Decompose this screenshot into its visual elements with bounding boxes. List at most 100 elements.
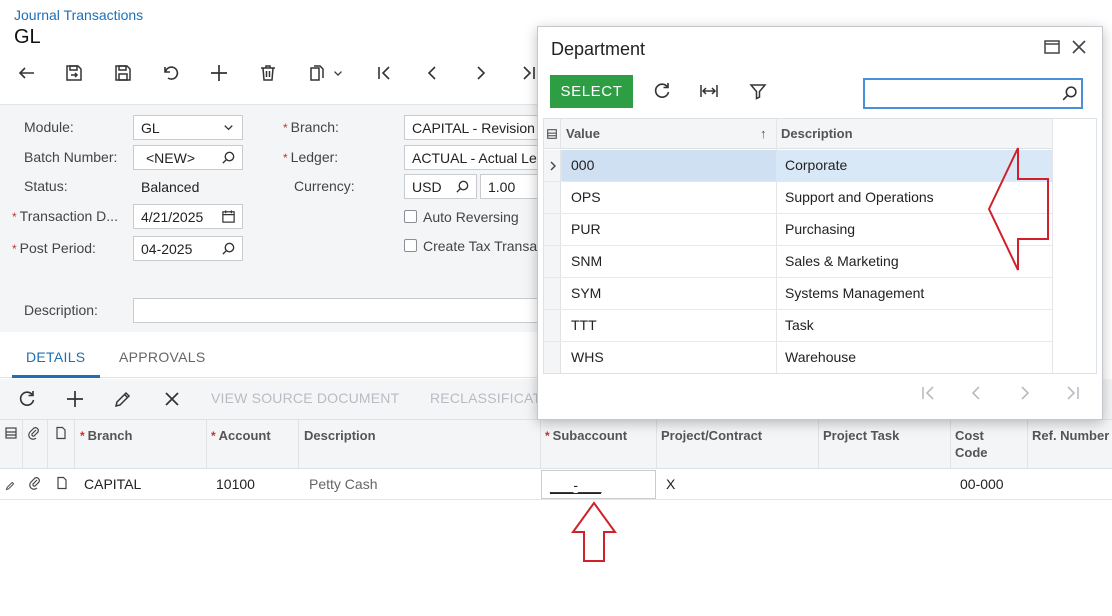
column-header-account[interactable]: * Account [211,427,271,445]
refresh-icon[interactable] [17,389,37,409]
close-icon[interactable] [1070,38,1088,56]
row-cost-code-cell[interactable]: 00-000 [960,476,1004,492]
module-select[interactable]: GL [133,115,243,140]
undo-icon[interactable] [160,62,182,84]
files-column-icon [544,119,561,149]
view-source-document-button[interactable]: VIEW SOURCE DOCUMENT [211,390,399,406]
column-header-value[interactable]: Value [566,126,600,141]
save-and-close-icon[interactable] [63,62,85,84]
column-header-branch[interactable]: * Branch [80,427,132,445]
add-row-icon[interactable] [65,389,85,409]
department-value: TTT [571,317,597,333]
fit-columns-icon[interactable] [699,81,719,101]
currency-field[interactable]: USD [404,174,477,199]
currency-rate-value: 1.00 [488,179,516,195]
row-branch-cell[interactable]: CAPITAL [84,476,141,492]
delete-row-icon[interactable] [162,389,182,409]
currency-value: USD [412,179,442,195]
column-header-cost-code[interactable]: Cost Code [955,427,988,461]
list-item[interactable]: SNM Sales & Marketing [544,246,1052,278]
search-icon[interactable] [221,150,236,165]
chevron-down-icon[interactable] [331,62,345,84]
previous-page-icon[interactable] [966,383,986,403]
column-header-project-task[interactable]: Project Task [823,427,899,444]
last-page-icon[interactable] [1063,383,1083,403]
search-icon[interactable] [221,241,236,256]
search-icon[interactable] [455,179,470,194]
filter-icon[interactable] [748,81,768,101]
sort-ascending-icon[interactable]: ↑ [760,126,767,141]
delete-icon[interactable] [257,62,279,84]
column-header-ref-number[interactable]: Ref. Number [1032,427,1109,444]
list-item[interactable]: WHS Warehouse [544,342,1052,373]
ledger-label: * Ledger: [283,149,339,165]
select-button[interactable]: SELECT [550,75,633,108]
dialog-search-input[interactable] [863,78,1083,109]
previous-record-icon[interactable] [421,62,443,84]
column-header-subaccount[interactable]: * Subaccount [545,427,627,445]
dialog-title: Department [551,39,646,59]
create-tax-label: Create Tax Transa [423,238,538,254]
post-period-field[interactable]: 04-2025 [133,236,243,261]
search-icon[interactable] [1061,85,1078,102]
list-item[interactable]: SYM Systems Management [544,278,1052,310]
description-field[interactable] [133,298,540,323]
next-record-icon[interactable] [470,62,492,84]
create-tax-checkbox[interactable] [404,239,417,252]
refresh-icon[interactable] [652,81,672,101]
column-header-description[interactable]: Description [304,427,376,444]
chevron-down-icon [221,120,236,135]
auto-reversing-checkbox[interactable] [404,210,417,223]
row-note-icon[interactable] [55,476,69,490]
auto-reversing-label: Auto Reversing [423,209,519,225]
row-account-cell[interactable]: 10100 [216,476,255,492]
column-header-description[interactable]: Description [781,126,853,141]
list-item[interactable]: PUR Purchasing [544,214,1052,246]
row-attachment-icon[interactable] [28,476,42,490]
transaction-date-value: 4/21/2025 [141,209,204,225]
attachment-column-icon [27,426,41,440]
branch-value: CAPITAL - Revision [412,120,535,136]
reclassify-button[interactable]: RECLASSIFICAT [430,390,541,406]
transaction-date-field[interactable]: 4/21/2025 [133,204,243,229]
department-value: PUR [571,221,601,237]
post-period-value: 04-2025 [141,241,193,257]
row-edit-indicator-icon [5,478,15,491]
note-column-icon [54,426,68,440]
next-page-icon[interactable] [1015,383,1035,403]
row-description-cell[interactable]: Petty Cash [309,476,377,492]
list-item[interactable]: 000 Corporate [544,150,1052,182]
calendar-icon[interactable] [221,209,236,224]
department-description: Task [785,317,814,333]
add-icon[interactable] [208,62,230,84]
subaccount-input[interactable]: ___-___ [541,470,656,499]
branch-label: * Branch: [283,119,339,135]
save-icon[interactable] [112,62,134,84]
department-value: WHS [571,349,604,365]
edit-icon[interactable] [113,389,133,409]
back-icon[interactable] [16,62,38,84]
department-description: Support and Operations [785,189,934,205]
tab-details[interactable]: DETAILS [26,349,85,365]
department-description: Warehouse [785,349,857,365]
copy-paste-icon[interactable] [305,62,327,84]
column-header-project[interactable]: Project/Contract [661,427,762,444]
status-value: Balanced [141,179,200,195]
breadcrumb[interactable]: Journal Transactions [14,7,143,23]
current-row-chevron-icon [547,159,559,171]
batch-number-field[interactable]: <NEW> [133,145,243,170]
list-item[interactable]: TTT Task [544,310,1052,342]
currency-rate-field[interactable]: 1.00 [480,174,540,199]
department-value: 000 [571,157,595,173]
first-record-icon[interactable] [373,62,395,84]
list-item[interactable]: OPS Support and Operations [544,182,1052,214]
maximize-icon[interactable] [1043,38,1061,56]
post-period-label: * Post Period: [12,240,96,256]
ledger-field[interactable]: ACTUAL - Actual Le [404,145,540,170]
page-title: GL [14,26,41,48]
first-page-icon[interactable] [918,383,938,403]
branch-field[interactable]: CAPITAL - Revision [404,115,540,140]
row-project-cell[interactable]: X [666,476,675,492]
active-tab-indicator [12,375,100,378]
tab-approvals[interactable]: APPROVALS [119,349,205,365]
